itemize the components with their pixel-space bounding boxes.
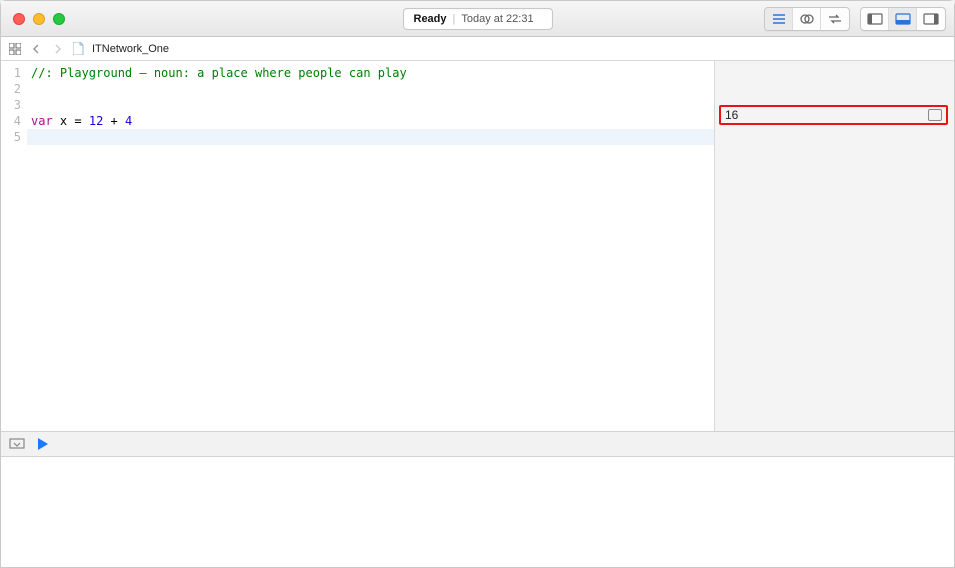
line-gutter: 12345 [1, 61, 27, 431]
code-line[interactable]: var x = 12 + 4 [27, 113, 714, 129]
run-button[interactable] [37, 437, 49, 451]
code-line[interactable] [27, 81, 714, 97]
panel-down-icon [9, 438, 25, 450]
result-value: 16 [725, 108, 928, 122]
close-window-button[interactable] [13, 13, 25, 25]
lines-icon [772, 13, 786, 25]
venn-icon [799, 13, 815, 25]
left-panel-icon [867, 13, 883, 25]
related-items-button[interactable] [9, 43, 21, 55]
file-icon [73, 42, 84, 55]
main-area: 12345 //: Playground – noun: a place whe… [1, 61, 954, 431]
status-timestamp: Today at 22:31 [461, 13, 533, 25]
version-editor-button[interactable] [821, 8, 849, 30]
breadcrumb-bar: ITNetwork_One [1, 37, 954, 61]
line-number: 3 [1, 97, 27, 113]
result-row[interactable]: 16 [719, 105, 948, 125]
status-separator: | [453, 13, 456, 25]
code-line[interactable] [27, 129, 714, 145]
quicklook-button[interactable] [928, 109, 942, 121]
line-number: 2 [1, 81, 27, 97]
code-token: x [53, 114, 75, 128]
zoom-window-button[interactable] [53, 13, 65, 25]
assistant-editor-button[interactable] [793, 8, 821, 30]
editor-options-group [764, 7, 850, 31]
line-number: 1 [1, 65, 27, 81]
results-sidebar: 16 [714, 61, 954, 431]
code-line[interactable] [27, 97, 714, 113]
code-token [82, 114, 89, 128]
code-token: 4 [125, 114, 132, 128]
grid-icon [9, 43, 21, 55]
code-area[interactable]: //: Playground – noun: a place where peo… [27, 61, 714, 431]
window-controls [13, 13, 65, 25]
debug-bar [1, 431, 954, 457]
right-panel-toggle[interactable] [917, 8, 945, 30]
console-area[interactable] [1, 457, 954, 567]
left-panel-toggle[interactable] [861, 8, 889, 30]
bottom-panel-icon [895, 13, 911, 25]
standard-editor-button[interactable] [765, 8, 793, 30]
code-token: + [111, 114, 118, 128]
breadcrumb-file[interactable]: ITNetwork_One [92, 43, 169, 55]
minimize-window-button[interactable] [33, 13, 45, 25]
chevron-left-icon [32, 44, 40, 54]
play-icon [37, 437, 49, 451]
code-token [103, 114, 110, 128]
panel-toggles-group [860, 7, 946, 31]
arrows-icon [827, 13, 843, 25]
editor-pane[interactable]: 12345 //: Playground – noun: a place whe… [1, 61, 714, 431]
code-token: //: Playground – noun: a place where peo… [31, 66, 407, 80]
debug-panel-toggle[interactable] [9, 438, 25, 450]
right-toolbar [764, 7, 946, 31]
code-token [118, 114, 125, 128]
code-token: var [31, 114, 53, 128]
bottom-panel-toggle[interactable] [889, 8, 917, 30]
line-number: 5 [1, 129, 27, 145]
code-line[interactable]: //: Playground – noun: a place where peo… [27, 65, 714, 81]
status-text: Ready [414, 13, 447, 25]
code-token: 12 [89, 114, 103, 128]
titlebar: Ready | Today at 22:31 [1, 1, 954, 37]
right-panel-icon [923, 13, 939, 25]
activity-status: Ready | Today at 22:31 [403, 8, 553, 30]
nav-back-button[interactable] [29, 42, 43, 56]
chevron-right-icon [54, 44, 62, 54]
code-token: = [74, 114, 81, 128]
line-number: 4 [1, 113, 27, 129]
nav-forward-button[interactable] [51, 42, 65, 56]
